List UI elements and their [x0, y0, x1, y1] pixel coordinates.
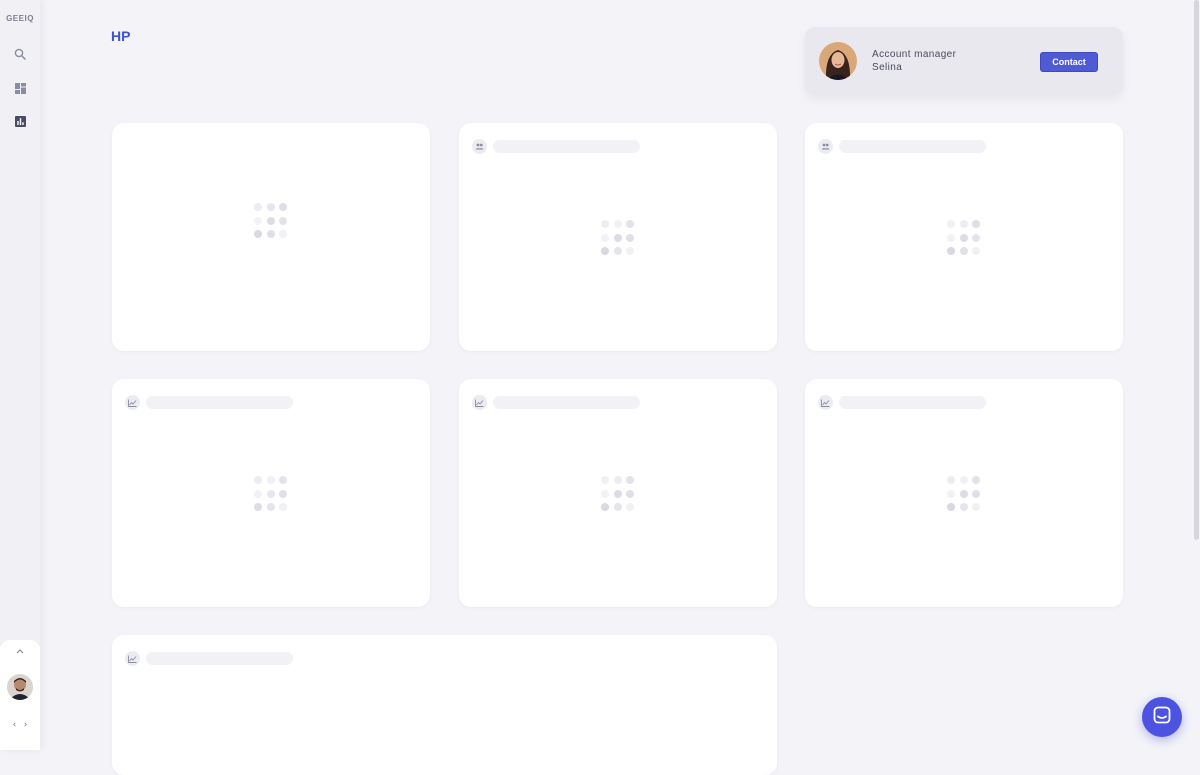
search-icon[interactable]	[12, 46, 28, 62]
contact-button[interactable]: Contact	[1040, 52, 1098, 72]
loading-indicator	[947, 220, 983, 256]
chat-icon	[1153, 706, 1171, 729]
sidebar: GEEIQ ‹ ›	[0, 0, 40, 750]
chat-launcher-button[interactable]	[1142, 697, 1182, 737]
card-title-placeholder	[493, 140, 640, 153]
loading-indicator	[254, 203, 290, 239]
loading-indicator	[947, 476, 983, 512]
account-manager-avatar	[819, 42, 857, 80]
sidebar-footer: ‹ ›	[0, 640, 40, 750]
page-title: HP	[111, 28, 131, 44]
account-manager-role: Account manager	[872, 49, 957, 60]
card-title-placeholder	[146, 652, 293, 665]
loading-indicator	[601, 476, 637, 512]
loading-indicator	[601, 220, 637, 256]
chevron-up-icon[interactable]	[0, 646, 40, 657]
widget-card	[112, 123, 430, 351]
line-chart-icon	[125, 395, 140, 410]
account-manager-card: Account manager Selina Contact	[805, 27, 1123, 95]
people-icon	[472, 139, 487, 154]
line-chart-icon	[125, 651, 140, 666]
bar-chart-icon[interactable]	[12, 113, 28, 129]
widget-card	[459, 379, 777, 607]
line-chart-icon	[818, 395, 833, 410]
card-title-placeholder	[839, 396, 986, 409]
app-logo[interactable]: GEEIQ	[0, 14, 40, 23]
code-toggle-icon[interactable]: ‹ ›	[0, 720, 40, 730]
card-title-placeholder	[839, 140, 986, 153]
widget-card-wide	[112, 635, 777, 775]
dashboard-icon[interactable]	[12, 80, 28, 96]
widget-card	[805, 379, 1123, 607]
people-icon	[818, 139, 833, 154]
loading-indicator	[254, 476, 290, 512]
widget-card	[805, 123, 1123, 351]
card-title-placeholder	[146, 396, 293, 409]
widget-card	[459, 123, 777, 351]
user-avatar[interactable]	[7, 674, 33, 700]
account-manager-name: Selina	[872, 62, 903, 73]
scrollbar[interactable]	[1193, 0, 1200, 750]
line-chart-icon	[472, 395, 487, 410]
card-title-placeholder	[493, 396, 640, 409]
scrollbar-thumb[interactable]	[1194, 0, 1199, 540]
widget-card	[112, 379, 430, 607]
